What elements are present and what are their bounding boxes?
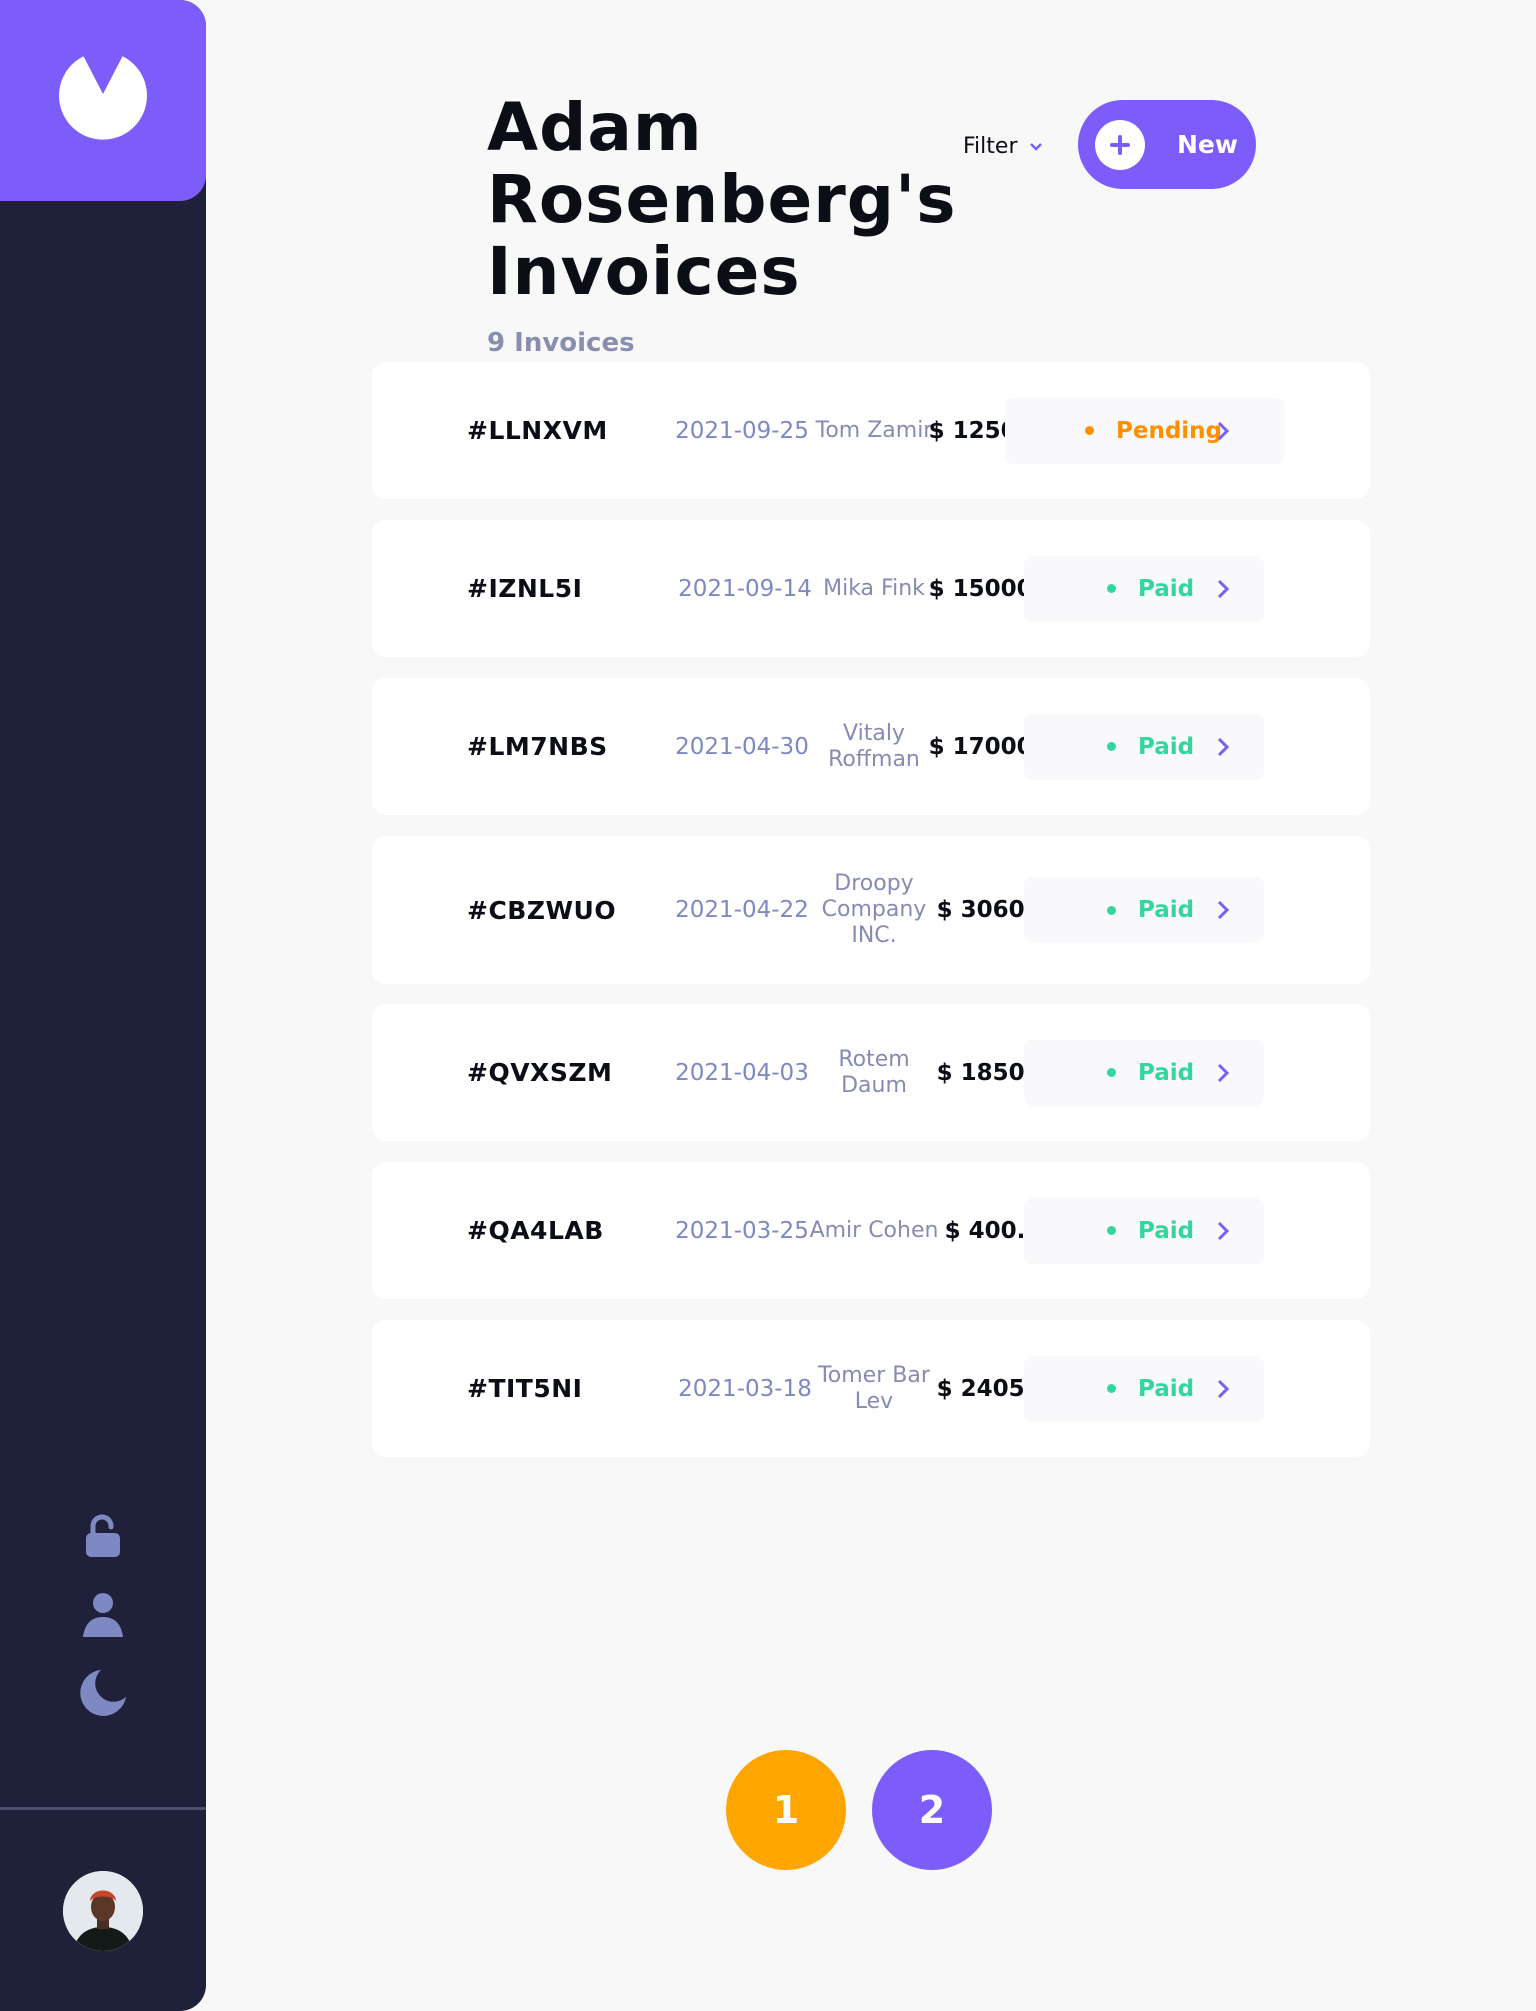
logo[interactable] bbox=[0, 0, 206, 201]
status-label: Paid bbox=[1138, 1059, 1195, 1086]
invoice-row[interactable]: #QA4LAB 2021-03-25 Amir Cohen $ 400.00 P… bbox=[372, 1162, 1370, 1299]
sidebar-divider bbox=[0, 1807, 206, 1810]
invoice-id: #QA4LAB bbox=[467, 1216, 604, 1245]
invoice-id: #LLNXVM bbox=[467, 416, 608, 445]
status-label: Paid bbox=[1138, 733, 1195, 760]
invoice-id: #CBZWUO bbox=[467, 895, 617, 925]
invoice-id: #LM7NBS bbox=[467, 732, 608, 761]
status-badge-text: Paid bbox=[1107, 836, 1194, 984]
invoice-row[interactable]: #QVXSZM 2021-04-03 Rotem Daum $ 1850.00 … bbox=[372, 1004, 1370, 1141]
status-dot bbox=[1107, 1384, 1116, 1393]
chevron-right-icon bbox=[1217, 1320, 1229, 1457]
moon-icon[interactable] bbox=[78, 1668, 128, 1718]
status-badge-text: Paid bbox=[1107, 1320, 1194, 1457]
status-label: Pending bbox=[1116, 417, 1223, 444]
status-dot bbox=[1107, 742, 1116, 751]
invoice-id: #IZNL5I bbox=[467, 574, 583, 603]
avatar[interactable] bbox=[63, 1871, 143, 1951]
unlock-icon[interactable] bbox=[78, 1511, 128, 1561]
filter-dropdown[interactable]: Filter bbox=[963, 134, 1043, 159]
status-dot bbox=[1107, 1226, 1116, 1235]
status-badge-text: Paid bbox=[1107, 520, 1194, 657]
sidebar bbox=[0, 0, 206, 2011]
page-title: Adam Rosenberg's Invoices bbox=[487, 89, 957, 310]
status-badge-text: Paid bbox=[1107, 678, 1194, 815]
status-dot bbox=[1085, 426, 1094, 435]
chevron-right-icon bbox=[1217, 362, 1229, 499]
invoice-row[interactable]: #TIT5NI 2021-03-18 Tomer Bar Lev $ 2405.… bbox=[372, 1320, 1370, 1457]
status-label: Paid bbox=[1138, 1217, 1195, 1244]
plus-icon bbox=[1095, 119, 1145, 170]
filter-label: Filter bbox=[963, 134, 1018, 159]
invoice-id: #TIT5NI bbox=[467, 1374, 583, 1403]
status-label: Paid bbox=[1138, 897, 1195, 923]
chevron-down-icon bbox=[1030, 142, 1043, 151]
page-button-1[interactable]: 1 bbox=[726, 1750, 846, 1870]
chevron-right-icon bbox=[1217, 1162, 1229, 1299]
status-badge-text: Pending bbox=[1085, 362, 1222, 499]
invoice-id: #QVXSZM bbox=[467, 1058, 613, 1087]
invoice-row[interactable]: #LM7NBS 2021-04-30 Vitaly Roffman $ 1700… bbox=[372, 678, 1370, 815]
invoice-row[interactable]: #LLNXVM 2021-09-25 Tom Zamir $ 12500.00 … bbox=[372, 362, 1370, 499]
status-badge-text: Paid bbox=[1107, 1004, 1194, 1141]
chevron-right-icon bbox=[1217, 836, 1229, 984]
chevron-right-icon bbox=[1217, 1004, 1229, 1141]
invoice-count: 9 Invoices bbox=[487, 328, 635, 358]
status-label: Paid bbox=[1138, 1375, 1195, 1402]
new-invoice-label: New bbox=[1177, 130, 1238, 159]
logo-icon bbox=[58, 56, 147, 140]
status-dot bbox=[1107, 584, 1116, 593]
status-badge-text: Paid bbox=[1107, 1162, 1194, 1299]
chevron-right-icon bbox=[1217, 520, 1229, 657]
invoice-row[interactable]: #IZNL5I 2021-09-14 Mika Fink $ 15000.00 … bbox=[372, 520, 1370, 657]
user-icon[interactable] bbox=[78, 1589, 128, 1639]
status-label: Paid bbox=[1138, 575, 1195, 602]
status-dot bbox=[1107, 905, 1116, 915]
new-invoice-button[interactable]: New bbox=[1078, 100, 1256, 189]
invoice-row[interactable]: #CBZWUO 2021-04-22 Droopy Company INC. $… bbox=[372, 836, 1370, 984]
chevron-right-icon bbox=[1217, 678, 1229, 815]
page-button-2[interactable]: 2 bbox=[872, 1750, 992, 1870]
status-dot bbox=[1107, 1068, 1116, 1077]
